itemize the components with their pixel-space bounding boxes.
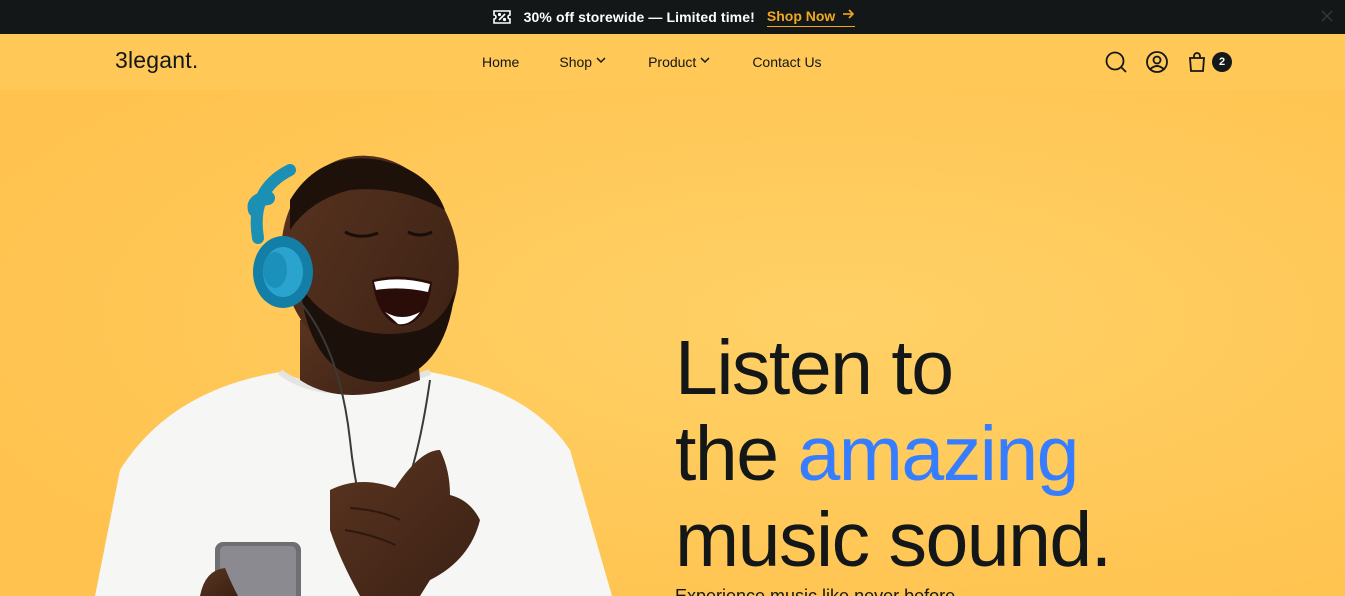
nav-product-label: Product: [648, 53, 697, 70]
cart-count-badge: 2: [1212, 52, 1232, 72]
headline-accent-word: amazing: [797, 411, 1079, 497]
nav-product[interactable]: Product: [648, 53, 712, 70]
nav-contact-label: Contact Us: [752, 53, 822, 70]
chevron-down-icon: [698, 53, 712, 70]
cart-button[interactable]: 2: [1185, 50, 1232, 74]
man-with-headphones-image: [0, 90, 1345, 596]
close-icon[interactable]: [1317, 6, 1337, 26]
nav-contact-us[interactable]: Contact Us: [752, 53, 821, 70]
promo-text: 30% off storewide — Limited time!: [523, 9, 755, 25]
headline-line-3: music sound.: [675, 497, 1112, 583]
promo-bar: 30% off storewide — Limited time! Shop N…: [0, 0, 1345, 34]
nav-home[interactable]: Home: [482, 53, 519, 70]
main-nav: Home Shop Product Contact Us: [482, 53, 822, 70]
ticket-percent-icon: [490, 5, 514, 29]
headline-line-1: Listen to: [675, 325, 954, 411]
nav-shop-label: Shop: [559, 53, 593, 70]
nav-home-label: Home: [482, 53, 520, 70]
arrow-right-icon: [841, 7, 855, 24]
site-header: 3legant. Home Shop Product Contact Us 2: [0, 34, 1345, 90]
hero-subtext: Experience music like never before: [675, 586, 956, 596]
search-icon[interactable]: [1104, 50, 1128, 74]
brand-logo[interactable]: 3legant.: [115, 47, 198, 74]
shop-now-link[interactable]: Shop Now: [766, 7, 856, 27]
chevron-down-icon: [594, 53, 608, 70]
nav-shop[interactable]: Shop: [559, 53, 608, 70]
headline-line-2a: the: [675, 411, 798, 497]
shopping-bag-icon: [1185, 50, 1209, 74]
hero-headline: Listen to the amazing music sound.: [675, 325, 1112, 583]
header-actions: 2: [1104, 50, 1232, 74]
shop-now-label: Shop Now: [766, 7, 836, 24]
user-account-icon[interactable]: [1145, 50, 1169, 74]
